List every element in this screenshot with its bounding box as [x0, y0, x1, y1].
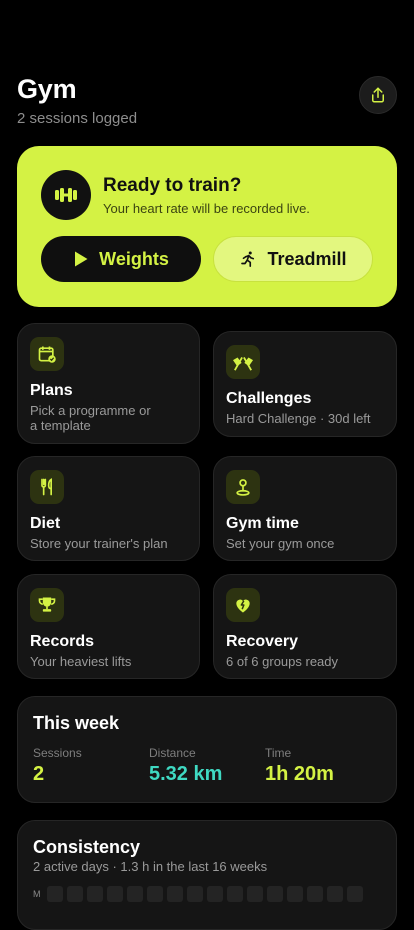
share-icon	[372, 87, 384, 103]
time-value: 1h 20m	[265, 763, 334, 785]
page-title: Gym	[17, 74, 77, 104]
recovery-subtitle: 6 of 6 groups ready	[226, 654, 339, 669]
distance-value: 5.32 km	[149, 763, 223, 785]
heart-bolt-icon	[236, 599, 250, 613]
plans-subtitle-1: Pick a programme or	[30, 403, 151, 418]
weights-button[interactable]: Weights	[41, 236, 201, 282]
weights-button-label: Weights	[99, 248, 169, 269]
this-week-title: This week	[33, 713, 120, 733]
challenges-icon-badge	[226, 345, 260, 379]
challenges-tile[interactable]: Challenges Hard Challenge · 30d left	[213, 331, 397, 437]
running-icon	[241, 251, 255, 267]
play-icon	[75, 251, 88, 267]
recovery-title: Recovery	[226, 633, 299, 650]
records-icon-badge	[30, 588, 64, 622]
sessions-value: 2	[33, 763, 45, 785]
challenges-subtitle: Hard Challenge · 30d left	[226, 411, 371, 426]
plans-title: Plans	[30, 382, 73, 399]
hero-subtitle: Your heart rate will be recorded live.	[103, 201, 310, 216]
weekday-label: M	[33, 889, 41, 899]
sessions-label: Sessions	[33, 746, 82, 760]
diet-title: Diet	[30, 515, 61, 532]
gym-time-tile[interactable]: Gym time Set your gym once	[213, 456, 397, 561]
distance-label: Distance	[149, 746, 196, 760]
plans-tile[interactable]: Plans Pick a programme or a template	[17, 323, 200, 444]
consistency-subtitle: 2 active days · 1.3 h in the last 16 wee…	[33, 859, 268, 874]
treadmill-button-label: Treadmill	[267, 248, 347, 269]
treadmill-button[interactable]: Treadmill	[213, 236, 373, 282]
calendar-check-icon	[38, 346, 56, 363]
diet-icon-badge	[30, 470, 64, 504]
gym-time-icon-badge	[226, 470, 260, 504]
diet-tile[interactable]: Diet Store your trainer's plan	[17, 456, 200, 561]
location-pin-icon	[236, 479, 250, 496]
recovery-tile[interactable]: Recovery 6 of 6 groups ready	[213, 574, 397, 679]
consistency-title: Consistency	[33, 837, 141, 857]
gym-time-subtitle: Set your gym once	[226, 536, 335, 551]
hero-title: Ready to train?	[103, 175, 242, 196]
dumbbell-icon	[55, 188, 77, 202]
utensils-icon	[41, 478, 53, 496]
recovery-icon-badge	[226, 588, 260, 622]
time-label: Time	[265, 746, 292, 760]
start-workout-card	[17, 146, 397, 307]
gym-time-title: Gym time	[226, 515, 299, 532]
plans-icon-badge	[30, 337, 64, 371]
plans-subtitle-2: a template	[30, 418, 91, 433]
trophy-icon	[38, 597, 56, 612]
diet-subtitle: Store your trainer's plan	[30, 536, 168, 551]
share-button[interactable]	[359, 76, 397, 114]
page-subtitle: 2 sessions logged	[17, 110, 138, 127]
records-title: Records	[30, 633, 95, 650]
flags-icon	[233, 357, 253, 371]
records-tile[interactable]: Records Your heaviest lifts	[17, 574, 200, 679]
records-subtitle: Your heaviest lifts	[30, 654, 132, 669]
challenges-title: Challenges	[226, 390, 312, 407]
hero-icon-badge	[41, 170, 91, 220]
